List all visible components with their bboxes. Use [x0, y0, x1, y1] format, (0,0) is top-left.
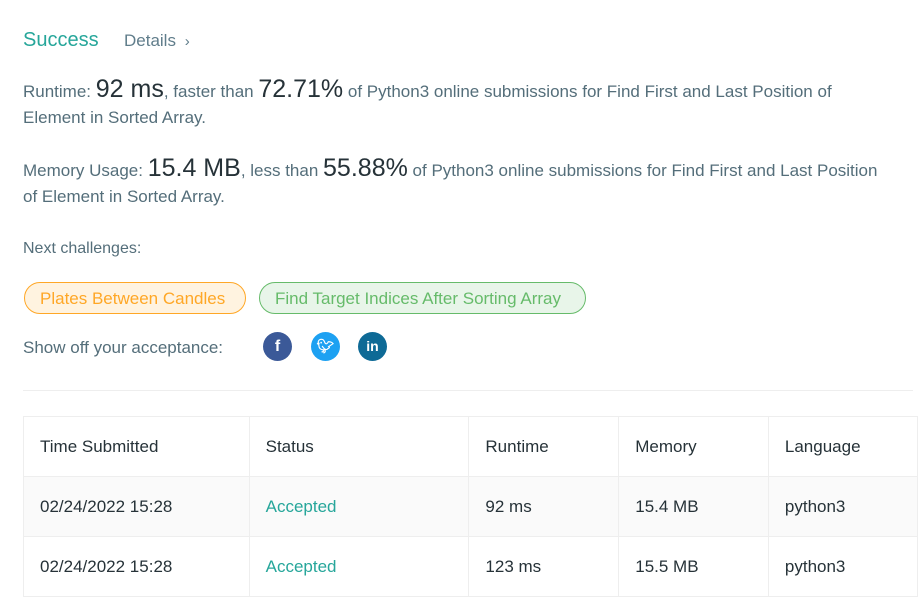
cell-memory: 15.5 MB	[618, 536, 769, 597]
table-row: 02/24/2022 15:28 Accepted 123 ms 15.5 MB…	[23, 536, 918, 597]
cell-time: 02/24/2022 15:28	[23, 536, 250, 597]
share-label: Show off your acceptance:	[23, 338, 224, 357]
submissions-table: Time Submitted Status Runtime Memory Lan…	[23, 416, 918, 597]
memory-summary: Memory Usage: 15.4 MB, less than 55.88% …	[23, 154, 878, 206]
header-language: Language	[767, 416, 918, 477]
header-runtime: Runtime	[468, 416, 620, 477]
header-status: Status	[248, 416, 470, 477]
details-link[interactable]: Details ›	[124, 31, 190, 51]
challenge-find-target-indices[interactable]: Find Target Indices After Sorting Array	[259, 282, 586, 314]
linkedin-icon[interactable]: in	[358, 332, 387, 361]
cell-status-link[interactable]: Accepted	[248, 476, 470, 537]
table-row: 02/24/2022 15:28 Accepted 92 ms 15.4 MB …	[23, 476, 918, 537]
header-memory: Memory	[618, 416, 769, 477]
facebook-icon[interactable]: f	[263, 332, 292, 361]
cell-runtime: 92 ms	[468, 476, 620, 537]
chevron-right-icon: ›	[184, 33, 190, 50]
result-status: Success	[23, 29, 99, 51]
runtime-summary: Runtime: 92 ms, faster than 72.71% of Py…	[23, 75, 832, 127]
challenge-plates-between-candles[interactable]: Plates Between Candles	[24, 282, 246, 314]
header-time: Time Submitted	[23, 416, 250, 477]
cell-memory: 15.4 MB	[618, 476, 769, 537]
divider	[23, 390, 913, 391]
cell-status-link[interactable]: Accepted	[248, 536, 470, 597]
cell-language: python3	[767, 536, 918, 597]
cell-runtime: 123 ms	[468, 536, 620, 597]
cell-language: python3	[767, 476, 918, 537]
cell-time: 02/24/2022 15:28	[23, 476, 250, 537]
table-header-row: Time Submitted Status Runtime Memory Lan…	[23, 416, 918, 477]
next-challenges-label: Next challenges:	[23, 240, 142, 257]
twitter-icon[interactable]: 🐦︎	[311, 332, 340, 361]
details-label: Details	[124, 31, 176, 50]
